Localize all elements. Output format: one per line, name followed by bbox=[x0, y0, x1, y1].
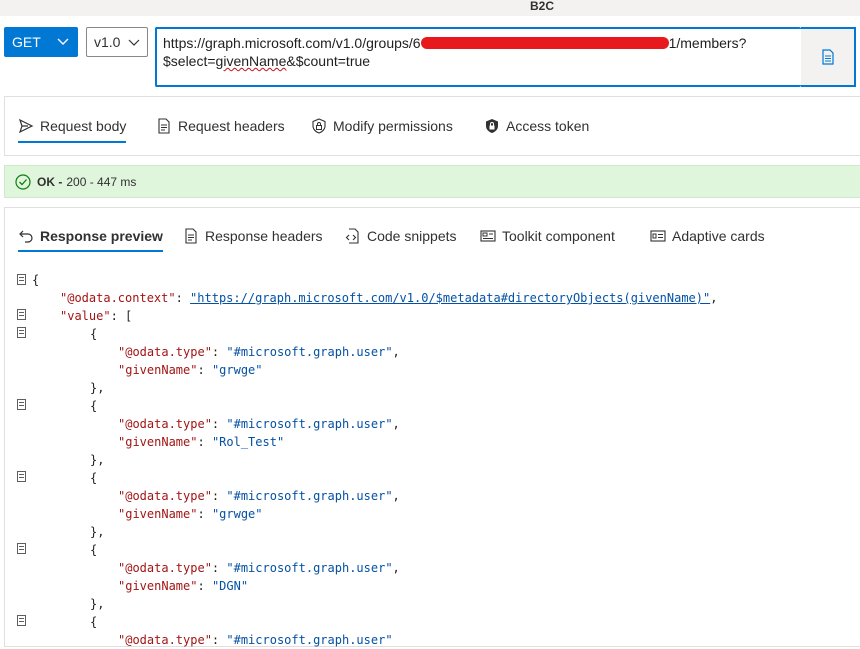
fold-toggle-icon[interactable] bbox=[17, 399, 26, 410]
request-panel: Request body Request headers Modify perm… bbox=[4, 96, 860, 156]
shield-lock-icon bbox=[312, 118, 326, 134]
tab-response-preview[interactable]: Response preview bbox=[18, 208, 163, 264]
tab-response-headers[interactable]: Response headers bbox=[183, 208, 323, 264]
tab-toolkit-component[interactable]: Toolkit component bbox=[480, 208, 615, 264]
top-strip: B2C bbox=[0, 0, 860, 16]
request-url-input[interactable]: https://graph.microsoft.com/v1.0/groups/… bbox=[155, 27, 801, 87]
json-line: { bbox=[90, 471, 98, 485]
fold-toggle-icon[interactable] bbox=[17, 471, 26, 482]
card-icon bbox=[650, 230, 666, 242]
undo-icon bbox=[19, 230, 33, 243]
code-snippet-icon bbox=[345, 228, 359, 244]
fold-toggle-icon[interactable] bbox=[17, 327, 26, 338]
fold-toggle-icon[interactable] bbox=[17, 615, 26, 626]
toolkit-icon bbox=[480, 230, 496, 242]
tab-adaptive-cards[interactable]: Adaptive cards bbox=[650, 208, 765, 264]
url-prefix: https://graph.microsoft.com/v1.0/groups/… bbox=[163, 35, 421, 51]
json-line: { bbox=[32, 273, 40, 287]
url-suffix: 1/members? bbox=[668, 35, 747, 51]
tab-access-token[interactable]: Access token bbox=[484, 97, 589, 155]
url-select-param: $select= bbox=[163, 53, 216, 69]
document-list-icon bbox=[185, 228, 197, 244]
tab-label: Toolkit component bbox=[502, 228, 615, 244]
json-line: }, bbox=[90, 453, 105, 467]
tab-label: Request body bbox=[40, 118, 127, 134]
http-method-label: GET bbox=[12, 34, 41, 50]
document-list-icon bbox=[158, 118, 170, 134]
tab-label: Code snippets bbox=[367, 228, 457, 244]
lock-icon bbox=[486, 119, 498, 133]
fold-toggle-icon[interactable] bbox=[17, 543, 26, 554]
json-line: "givenName": "Rol_Test" bbox=[118, 435, 285, 449]
json-line: "@odata.type": "#microsoft.graph.user", bbox=[118, 345, 400, 359]
document-icon bbox=[821, 49, 834, 65]
status-bar: OK - 200 - 447 ms bbox=[4, 165, 860, 198]
url-line-1: https://graph.microsoft.com/v1.0/groups/… bbox=[163, 34, 795, 52]
success-check-icon bbox=[15, 173, 31, 190]
json-line: "value": [ bbox=[60, 309, 133, 323]
json-line: "@odata.type": "#microsoft.graph.user", bbox=[118, 417, 400, 431]
chevron-down-icon bbox=[128, 39, 140, 46]
tab-label: Adaptive cards bbox=[672, 228, 765, 244]
url-count-param: &$count=true bbox=[286, 53, 371, 69]
tab-code-snippets[interactable]: Code snippets bbox=[345, 208, 457, 264]
json-line: "givenName": "grwge" bbox=[118, 363, 263, 377]
http-method-dropdown[interactable]: GET bbox=[4, 27, 78, 57]
status-detail: 200 - 447 ms bbox=[66, 174, 137, 189]
tab-label: Access token bbox=[506, 118, 590, 134]
json-line: "@odata.type": "#microsoft.graph.user" bbox=[118, 633, 393, 647]
json-line: { bbox=[90, 399, 98, 413]
tab-modify-permissions[interactable]: Modify permissions bbox=[311, 97, 453, 155]
fold-toggle-icon[interactable] bbox=[17, 309, 26, 320]
partial-title: B2C bbox=[530, 0, 555, 13]
tab-request-headers[interactable]: Request headers bbox=[156, 97, 285, 155]
json-line: }, bbox=[90, 597, 105, 611]
tab-request-body[interactable]: Request body bbox=[18, 97, 127, 155]
tab-label: Request headers bbox=[178, 118, 285, 134]
url-line-2: $select=givenName&$count=true bbox=[163, 52, 795, 70]
api-version-dropdown[interactable]: v1.0 bbox=[86, 27, 148, 57]
context-link[interactable]: "https://graph.microsoft.com/v1.0/$metad… bbox=[190, 291, 710, 305]
api-version-label: v1.0 bbox=[94, 34, 121, 50]
url-spellcheck-word: givenName bbox=[215, 53, 287, 69]
fold-toggle-icon[interactable] bbox=[17, 274, 26, 285]
json-line: { bbox=[90, 543, 98, 557]
redacted-id bbox=[420, 37, 669, 49]
chevron-down-icon bbox=[57, 38, 69, 45]
json-line: }, bbox=[90, 381, 105, 395]
tab-label: Response headers bbox=[205, 228, 323, 244]
json-line: }, bbox=[90, 525, 105, 539]
json-line: { bbox=[90, 327, 98, 341]
status-ok: OK - bbox=[37, 174, 63, 189]
json-line: "@odata.type": "#microsoft.graph.user", bbox=[118, 489, 400, 503]
tab-label: Modify permissions bbox=[333, 118, 453, 134]
json-line: "givenName": "DGN" bbox=[118, 579, 249, 593]
tab-label: Response preview bbox=[40, 228, 163, 244]
json-line: "@odata.type": "#microsoft.graph.user", bbox=[118, 561, 400, 575]
open-docs-button[interactable] bbox=[801, 27, 856, 87]
json-line: { bbox=[90, 615, 98, 629]
json-line: "givenName": "grwge" bbox=[118, 507, 263, 521]
json-line: "@odata.context": "https://graph.microso… bbox=[60, 291, 718, 305]
send-icon bbox=[18, 118, 34, 134]
